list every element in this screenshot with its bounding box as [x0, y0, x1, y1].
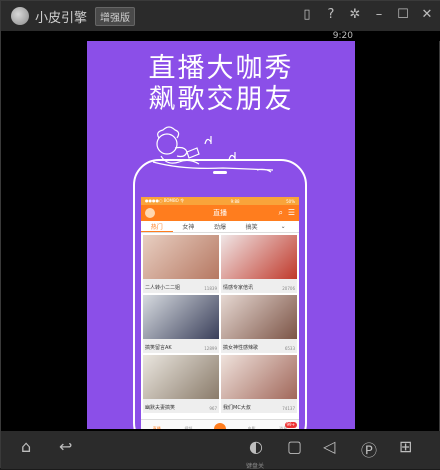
- tab-funny: 搞笑: [245, 224, 258, 231]
- list-item: 搞笑留言AK 12899: [143, 295, 219, 353]
- home-icon[interactable]: ⌂: [21, 437, 31, 459]
- tab-hot: 热门: [141, 222, 173, 232]
- list-item: 我们MC大叔 74137: [221, 355, 297, 413]
- preview-battery: 50%: [286, 198, 295, 204]
- preview-tabs: 热门 女神 劲爆 搞笑 ⌄: [141, 221, 299, 233]
- preview-header: 直播 ⌕ ☰: [141, 205, 299, 221]
- unread-badge: 99+: [284, 421, 297, 428]
- keyboard-toggle-icon[interactable]: ◐: [249, 437, 263, 459]
- list-item: 幽默夫妻搞笑 967: [143, 355, 219, 413]
- headline-line-2: 飙歌交朋友: [148, 84, 294, 115]
- thumbnail: [221, 235, 297, 279]
- phone-illustration: ●●●●○ BOMBO 令 9:88 50% 直播 ⌕ ☰ 热门 女神 劲爆 搞…: [133, 159, 307, 429]
- preview-title: 直播: [213, 209, 227, 217]
- gear-icon[interactable]: ✲: [347, 7, 363, 23]
- minimize-icon[interactable]: –: [371, 7, 387, 23]
- tab-goddess: 女神: [182, 224, 195, 231]
- headline: 直播大咖秀 飙歌交朋友: [87, 53, 355, 115]
- volume-icon[interactable]: ◁: [323, 437, 335, 459]
- thumbnail: [143, 295, 219, 339]
- tabbar-video: 视频: [184, 425, 193, 430]
- close-icon[interactable]: ✕: [419, 7, 435, 23]
- title-bar: 小皮引擎 增强版 ▯ ? ✲ – ☐ ✕: [1, 1, 440, 31]
- help-icon[interactable]: ?: [323, 7, 339, 23]
- live-button-icon: [213, 422, 226, 429]
- preview-status-bar: ●●●●○ BOMBO 令 9:88 50%: [141, 197, 299, 205]
- menu-icon: ☰: [287, 208, 295, 217]
- preview-carrier: ●●●●○ BOMBO 令: [145, 198, 185, 203]
- android-status-bar: [1, 31, 440, 41]
- chevron-down-icon: ⌄: [280, 223, 286, 230]
- thumbnail: [143, 235, 219, 279]
- app-title: 小皮引擎: [35, 10, 88, 26]
- app-store-icon[interactable]: Ⓟ: [361, 437, 377, 460]
- preview-grid: 二人转小二二姐 11839 情感专家倍讯 20706 搞笑留言AK 12899: [141, 233, 299, 415]
- tabbar-messages: 消息 99+: [279, 421, 297, 429]
- keyboard-toggle-label: 键盘关: [246, 463, 265, 470]
- emulator-toolbar: ⌂ ↩ ◐ 键盘关 ▢ ◁ Ⓟ ⊞: [1, 431, 440, 470]
- edition-badge: 增强版: [95, 6, 136, 26]
- search-icon: ⌕: [278, 208, 283, 217]
- tabbar-live: 直播: [152, 425, 161, 430]
- list-item: 二人转小二二姐 11839: [143, 235, 219, 293]
- title-bar-icons: ▯ ? ✲ – ☐ ✕: [299, 7, 435, 23]
- thumbnail: [221, 295, 297, 339]
- status-time: 9:20: [332, 31, 353, 41]
- tab-hot-dance: 劲爆: [213, 224, 226, 231]
- preview-time: 9:88: [230, 198, 240, 204]
- preview-tab-bar: 直播 视频 电影 消息 99+: [141, 419, 299, 429]
- screenshot-icon[interactable]: ▢: [287, 437, 302, 459]
- thumbnail: [221, 355, 297, 399]
- list-item: 搞女神性感辣歌 6533: [221, 295, 297, 353]
- back-icon[interactable]: ↩: [59, 437, 72, 459]
- phone-speaker: [213, 171, 227, 174]
- app-preview: ●●●●○ BOMBO 令 9:88 50% 直播 ⌕ ☰ 热门 女神 劲爆 搞…: [141, 197, 299, 429]
- emulator-window: 小皮引擎 增强版 ▯ ? ✲ – ☐ ✕ 9:20 直播大咖秀 飙歌交朋友 ●●…: [0, 0, 440, 470]
- app-logo: [11, 7, 29, 25]
- list-item: 情感专家倍讯 20706: [221, 235, 297, 293]
- splash-screen[interactable]: 直播大咖秀 飙歌交朋友 ●●●●○ BOMBO 令 9:88 50% 直播 ⌕ …: [87, 41, 355, 429]
- gift-icon[interactable]: ⊞: [399, 437, 412, 459]
- phone-icon[interactable]: ▯: [299, 7, 315, 23]
- tabbar-movie: 电影: [247, 425, 256, 430]
- thumbnail: [143, 355, 219, 399]
- maximize-icon[interactable]: ☐: [395, 7, 411, 23]
- headline-line-1: 直播大咖秀: [148, 53, 294, 84]
